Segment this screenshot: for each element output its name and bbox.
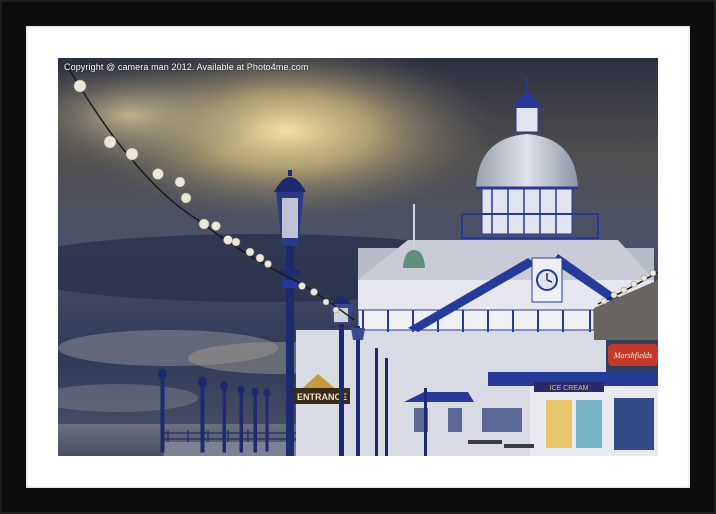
cupola — [515, 105, 539, 133]
dome-drum — [481, 185, 573, 235]
poster — [546, 400, 572, 448]
shop-banner-text: ICE CREAM — [550, 385, 589, 392]
poster — [576, 400, 602, 448]
shop-window — [614, 398, 654, 450]
pavilion-upper-railing — [357, 309, 595, 331]
copyright-watermark: Copyright @ camera man 2012. Available a… — [64, 62, 309, 72]
pier-photograph: ENTRANCE ICE CREAM Marshfields — [58, 58, 658, 456]
picnic-table — [504, 444, 534, 448]
picnic-table — [468, 440, 502, 444]
shop-logo-text: Marshfields — [613, 351, 652, 360]
window — [448, 408, 462, 432]
pier-scene: ENTRANCE ICE CREAM Marshfields — [58, 58, 658, 456]
window — [482, 408, 522, 432]
